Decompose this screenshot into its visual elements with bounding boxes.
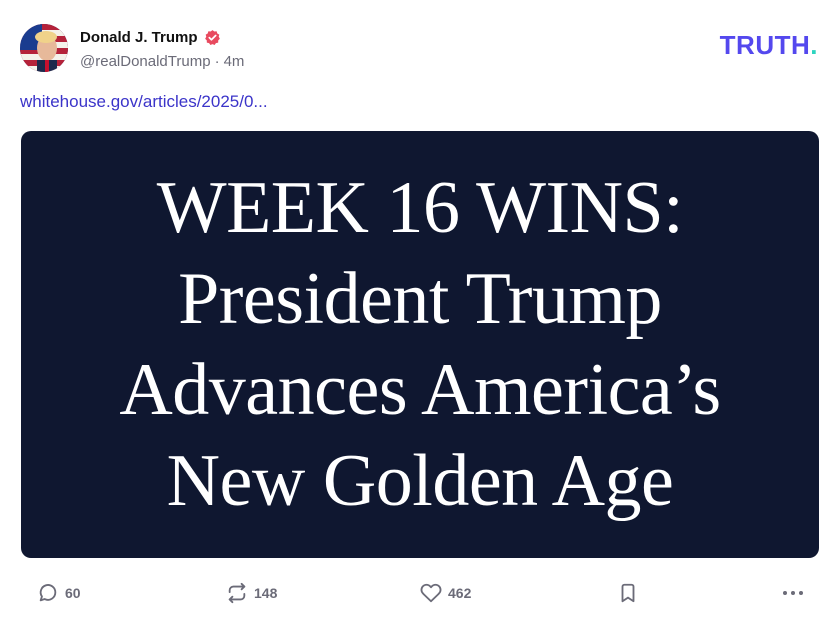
more-options-button[interactable] bbox=[781, 576, 805, 610]
retruth-count: 148 bbox=[254, 585, 278, 601]
avatar-image bbox=[20, 24, 68, 72]
more-icon bbox=[781, 582, 805, 604]
headline-line-2: President Trump bbox=[178, 257, 662, 340]
timestamp[interactable]: 4m bbox=[224, 53, 245, 70]
meta-row: @realDonaldTrump · 4m bbox=[80, 53, 244, 70]
comment-icon bbox=[37, 582, 59, 604]
display-name[interactable]: Donald J. Trump bbox=[80, 29, 198, 46]
author-identity: Donald J. Trump @realDonaldTrump · 4m bbox=[80, 27, 244, 70]
logo-dot: . bbox=[810, 30, 818, 60]
headline-line-1: WEEK 16 WINS: bbox=[156, 166, 684, 249]
verified-badge-icon bbox=[204, 29, 221, 46]
link-preview-image[interactable]: WEEK 16 WINS: President Trump Advances A… bbox=[21, 131, 819, 558]
bookmark-button[interactable] bbox=[617, 576, 639, 610]
reply-button[interactable]: 60 bbox=[37, 576, 81, 610]
bookmark-icon bbox=[617, 582, 639, 604]
meta-separator: · bbox=[214, 52, 220, 70]
reply-count: 60 bbox=[65, 585, 81, 601]
avatar[interactable] bbox=[20, 24, 68, 72]
headline-line-4: New Golden Age bbox=[166, 439, 674, 522]
repost-icon bbox=[226, 582, 248, 604]
headline-line-3: Advances America’s bbox=[119, 348, 721, 431]
truth-post: Donald J. Trump @realDonaldTrump · 4m TRUT… bbox=[0, 0, 840, 632]
post-header: Donald J. Trump @realDonaldTrump · 4m bbox=[20, 24, 244, 72]
action-bar: 60 148 462 bbox=[0, 576, 840, 610]
name-row: Donald J. Trump bbox=[80, 27, 244, 49]
heart-icon bbox=[420, 582, 442, 604]
like-button[interactable]: 462 bbox=[420, 576, 471, 610]
logo-text: TRUTH bbox=[719, 30, 811, 60]
like-count: 462 bbox=[448, 585, 472, 601]
handle[interactable]: @realDonaldTrump bbox=[80, 53, 211, 70]
retruth-button[interactable]: 148 bbox=[226, 576, 277, 610]
article-link[interactable]: whitehouse.gov/articles/2025/0... bbox=[20, 92, 268, 112]
truth-logo[interactable]: TRUTH. bbox=[720, 32, 818, 58]
